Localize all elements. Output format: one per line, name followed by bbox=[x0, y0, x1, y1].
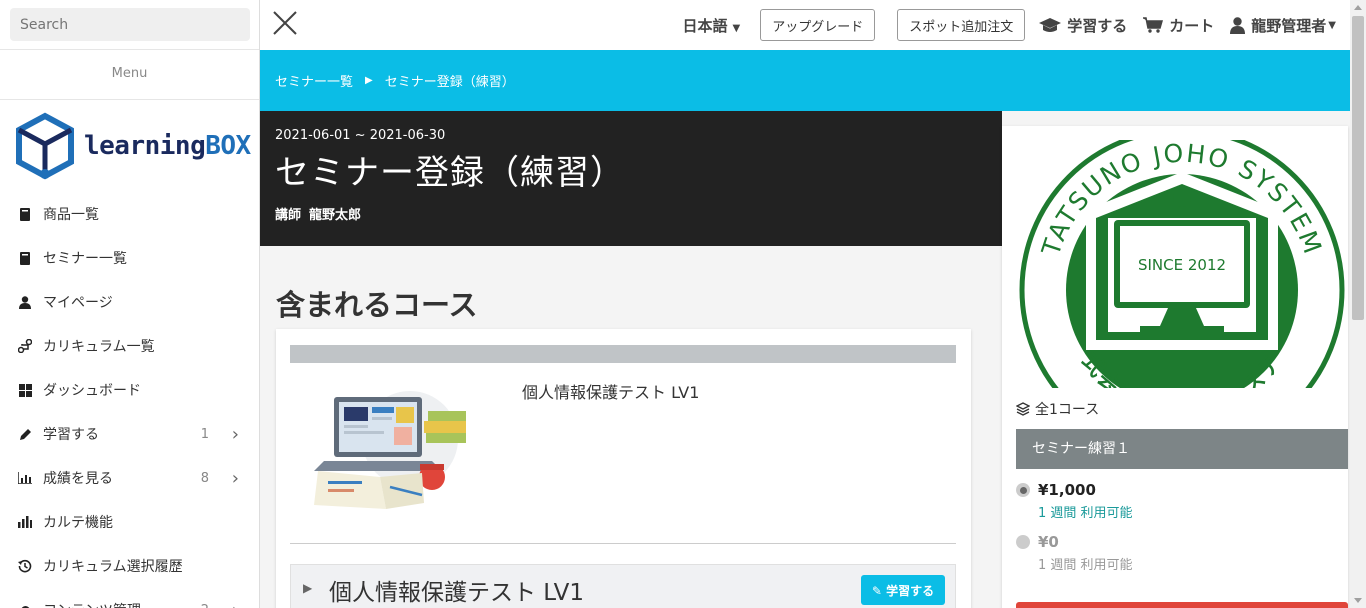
top-bar: 日本語 ▼ アップグレード スポット追加注文 学習する カート 龍野管理者 ▼ bbox=[260, 0, 1350, 50]
chevron-right-icon[interactable]: › bbox=[232, 424, 239, 445]
scroll-up-arrow-icon[interactable] bbox=[1354, 5, 1362, 10]
sidebar-item-label: コンテンツ管理 bbox=[43, 600, 141, 608]
search-input[interactable] bbox=[10, 8, 250, 41]
nav-count-badge: 2 bbox=[201, 603, 209, 608]
sidebar-item-label: マイページ bbox=[43, 295, 113, 311]
radio-selected[interactable] bbox=[1016, 483, 1030, 497]
plan-header: セミナー練習１ bbox=[1016, 429, 1348, 469]
radio-unselected[interactable] bbox=[1016, 535, 1030, 549]
purchase-button[interactable] bbox=[1016, 602, 1348, 608]
sidebar-search bbox=[0, 0, 259, 50]
price-period: 1 週間 利用可能 bbox=[1038, 558, 1133, 573]
seminar-header: 2021-06-01 ~ 2021-06-30 セミナー登録（練習） 講師 龍野太… bbox=[260, 111, 1002, 246]
expand-triangle-icon[interactable]: ▶ bbox=[303, 581, 312, 595]
dashboard-icon bbox=[18, 383, 32, 397]
card-header-bar bbox=[290, 345, 956, 363]
close-icon[interactable] bbox=[272, 10, 298, 36]
logo[interactable]: learningBOX bbox=[0, 100, 259, 192]
nav-count-badge: 8 bbox=[200, 470, 209, 486]
breadcrumb: セミナー一覧 ▶ セミナー登録（練習） bbox=[260, 50, 1350, 111]
caret-down-icon: ▼ bbox=[1328, 19, 1336, 31]
sidebar-item-label: ダッシュボード bbox=[43, 383, 141, 399]
sidebar-item-label: 成績を見る bbox=[43, 471, 113, 487]
price-option-2[interactable]: ¥0 bbox=[1016, 533, 1059, 551]
sidebar-item-history[interactable]: カリキュラム選択履歴 bbox=[0, 544, 259, 588]
accordion-title: 個人情報保護テスト LV1 bbox=[329, 580, 584, 606]
history-icon bbox=[18, 559, 32, 573]
chevron-right-icon[interactable]: › bbox=[232, 600, 239, 608]
graduation-cap-icon bbox=[1039, 17, 1062, 32]
caret-down-icon: ▼ bbox=[732, 22, 741, 34]
layers-icon bbox=[1016, 402, 1030, 416]
breadcrumb-link-seminars[interactable]: セミナー一覧 bbox=[275, 71, 353, 90]
sidebar-item-label: カリキュラム一覧 bbox=[43, 339, 155, 355]
course-illustration bbox=[314, 391, 466, 509]
sidebar-item-curriculum[interactable]: カリキュラム一覧 bbox=[0, 324, 259, 368]
company-seal-logo: TATSUNO JOHO SYSTEM 株式会社龍野情報システム SINCE 2… bbox=[1016, 140, 1345, 388]
sidebar-item-label: セミナー一覧 bbox=[43, 251, 127, 267]
sidebar: Menu learningBOX 商品一覧 セミナー一覧 マイページ カリキュラ… bbox=[0, 0, 260, 608]
breadcrumb-current: セミナー登録（練習） bbox=[384, 75, 515, 90]
price-period: 1 週間 利用可能 bbox=[1038, 506, 1133, 521]
course-count: 全1コース bbox=[1016, 399, 1099, 419]
sidebar-item-seminars[interactable]: セミナー一覧 bbox=[0, 236, 259, 280]
section-title: 含まれるコース bbox=[276, 288, 478, 322]
seal-since-text: SINCE 2012 bbox=[1138, 256, 1226, 274]
purchase-panel: TATSUNO JOHO SYSTEM 株式会社龍野情報システム SINCE 2… bbox=[1002, 126, 1348, 608]
bar-chart-icon bbox=[18, 515, 32, 529]
user-icon bbox=[18, 295, 32, 309]
sidebar-item-mypage[interactable]: マイページ bbox=[0, 280, 259, 324]
cart-icon bbox=[1143, 17, 1164, 33]
sidebar-item-products[interactable]: 商品一覧 bbox=[0, 192, 259, 236]
sidebar-item-label: 商品一覧 bbox=[43, 207, 99, 223]
course-card: 個人情報保護テスト LV1 ▶ 個人情報保護テスト LV1 ✎ 学習する bbox=[276, 329, 971, 608]
upgrade-button[interactable]: アップグレード bbox=[760, 9, 876, 41]
curriculum-icon bbox=[18, 339, 32, 353]
lecturer-info: 講師 龍野太郎 bbox=[275, 208, 362, 223]
breadcrumb-separator-icon: ▶ bbox=[365, 75, 373, 86]
divider bbox=[290, 543, 956, 544]
language-dropdown[interactable]: 日本語 ▼ bbox=[683, 15, 741, 36]
user-icon bbox=[1230, 16, 1246, 34]
cart-link[interactable]: カート bbox=[1143, 15, 1214, 36]
pencil-icon bbox=[18, 427, 32, 441]
scroll-thumb[interactable] bbox=[1352, 16, 1364, 320]
nav-count-badge: 1 bbox=[200, 426, 209, 442]
study-button[interactable]: ✎ 学習する bbox=[861, 575, 945, 605]
sidebar-item-contents[interactable]: コンテンツ管理 2 › bbox=[0, 588, 259, 608]
sidebar-item-grades[interactable]: 成績を見る 8 › bbox=[0, 456, 259, 500]
price-option-1[interactable]: ¥1,000 bbox=[1016, 481, 1096, 499]
pencil-icon: ✎ bbox=[871, 583, 882, 598]
sidebar-item-karte[interactable]: カルテ機能 bbox=[0, 500, 259, 544]
gear-icon bbox=[18, 603, 32, 608]
study-link[interactable]: 学習する bbox=[1039, 15, 1127, 36]
sidebar-item-study[interactable]: 学習する 1 › bbox=[0, 412, 259, 456]
top-bar-actions: 日本語 ▼ アップグレード スポット追加注文 学習する カート 龍野管理者 ▼ bbox=[683, 0, 1336, 50]
seminar-period: 2021-06-01 ~ 2021-06-30 bbox=[275, 128, 446, 143]
cube-logo-icon bbox=[16, 112, 74, 180]
book-icon bbox=[18, 251, 32, 265]
page-title: セミナー登録（練習） bbox=[275, 153, 625, 193]
scrollbar[interactable] bbox=[1350, 0, 1366, 608]
course-name[interactable]: 個人情報保護テスト LV1 bbox=[522, 379, 699, 403]
course-accordion[interactable]: ▶ 個人情報保護テスト LV1 ✎ 学習する bbox=[290, 564, 956, 608]
user-menu[interactable]: 龍野管理者 ▼ bbox=[1230, 15, 1336, 36]
sidebar-item-label: 学習する bbox=[43, 427, 99, 443]
spot-order-button[interactable]: スポット追加注文 bbox=[897, 9, 1026, 41]
sidebar-item-label: カルテ機能 bbox=[43, 515, 113, 531]
logo-text: learningBOX bbox=[84, 131, 251, 161]
scroll-down-arrow-icon[interactable] bbox=[1354, 598, 1362, 603]
book-icon bbox=[18, 207, 32, 221]
sidebar-item-label: カリキュラム選択履歴 bbox=[43, 559, 183, 575]
menu-label: Menu bbox=[0, 50, 259, 100]
bar-chart-icon bbox=[18, 471, 32, 485]
chevron-right-icon[interactable]: › bbox=[232, 468, 239, 489]
sidebar-item-dashboard[interactable]: ダッシュボード bbox=[0, 368, 259, 412]
